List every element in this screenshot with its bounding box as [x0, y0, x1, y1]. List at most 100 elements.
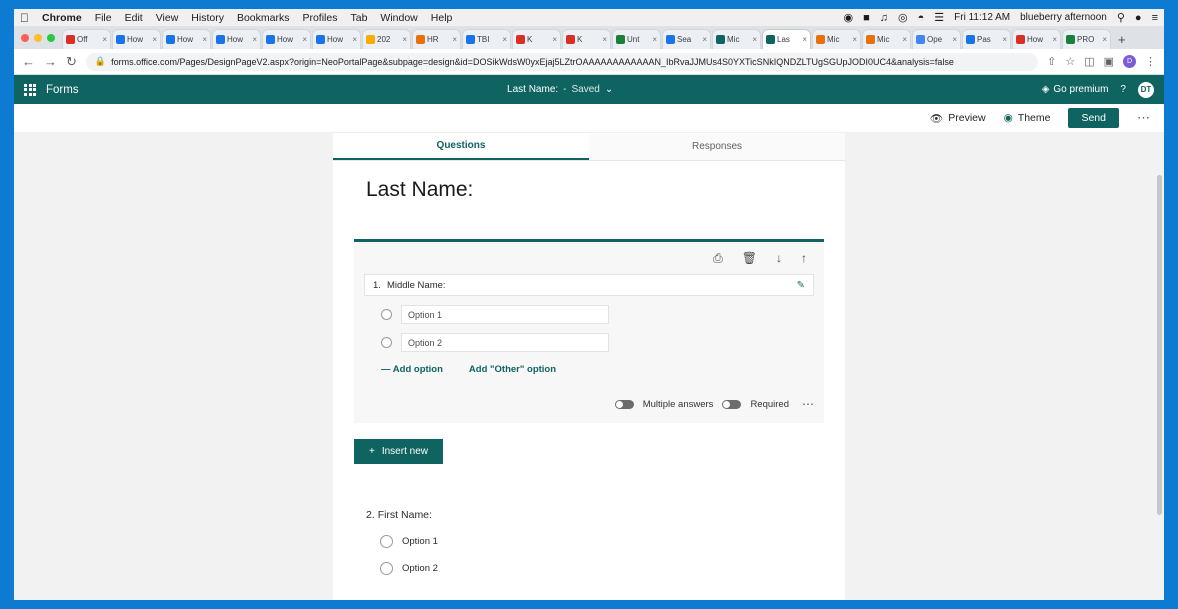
- close-tab-icon[interactable]: ×: [452, 35, 457, 44]
- forward-arrow-icon[interactable]: →: [44, 54, 57, 69]
- go-premium-button[interactable]: ◈ Go premium: [1042, 84, 1109, 95]
- preview-button[interactable]: 👁 Preview: [930, 112, 986, 125]
- question-1-option-2-input[interactable]: Option 2: [401, 333, 609, 352]
- add-option-button[interactable]: — Add option: [381, 364, 443, 375]
- browser-tab[interactable]: How×: [1012, 29, 1061, 49]
- menu-item-file[interactable]: File: [95, 12, 112, 24]
- reload-icon[interactable]: ↻: [66, 54, 77, 70]
- menu-icon[interactable]: ≡: [1152, 12, 1158, 24]
- window-controls[interactable]: [18, 27, 62, 49]
- battery-icon[interactable]: ■: [863, 12, 870, 24]
- edit-image-icon[interactable]: ✎: [797, 280, 805, 291]
- question-1-option-1[interactable]: Option 1: [381, 305, 814, 324]
- split-screen-icon[interactable]: ◫: [1084, 55, 1094, 68]
- tab-questions[interactable]: Questions: [333, 133, 589, 160]
- menu-app-name[interactable]: Chrome: [42, 12, 82, 24]
- question-1-title-row[interactable]: 1. Middle Name: ✎: [364, 274, 814, 296]
- menu-item-bookmarks[interactable]: Bookmarks: [237, 12, 290, 24]
- close-tab-icon[interactable]: ×: [1102, 35, 1107, 44]
- browser-tab[interactable]: PRO×: [1062, 29, 1111, 49]
- close-tab-icon[interactable]: ×: [802, 35, 807, 44]
- close-tab-icon[interactable]: ×: [652, 35, 657, 44]
- form-title[interactable]: Last Name:: [333, 161, 845, 202]
- extensions-icon[interactable]: ▣: [1104, 55, 1114, 68]
- radio-icon[interactable]: [380, 535, 393, 548]
- menu-item-window[interactable]: Window: [380, 12, 417, 24]
- chevron-down-icon[interactable]: ⌄: [605, 84, 613, 95]
- send-button[interactable]: Send: [1068, 108, 1119, 128]
- close-tab-icon[interactable]: ×: [852, 35, 857, 44]
- more-menu-icon[interactable]: ⋮: [1145, 55, 1156, 68]
- question-card-1[interactable]: ⎙ 🗑 ↓ ↑ 1. Middle Name: ✎ Option 1 Optio…: [354, 239, 824, 423]
- close-tab-icon[interactable]: ×: [202, 35, 207, 44]
- browser-tab[interactable]: How×: [212, 29, 261, 49]
- help-icon[interactable]: ?: [1120, 84, 1126, 95]
- browser-tab[interactable]: Unt×: [612, 29, 661, 49]
- back-arrow-icon[interactable]: ←: [22, 54, 35, 69]
- radio-icon[interactable]: [381, 309, 392, 320]
- question-card-2[interactable]: 2. First Name: Option 1 Option 2: [366, 509, 845, 575]
- delete-icon[interactable]: 🗑: [742, 251, 757, 266]
- siri-icon[interactable]: ●: [1135, 12, 1142, 24]
- new-tab-button[interactable]: +: [1112, 32, 1132, 49]
- volume-icon[interactable]: ♫: [880, 12, 888, 24]
- move-up-icon[interactable]: ↑: [801, 251, 807, 266]
- menu-item-view[interactable]: View: [156, 12, 179, 24]
- maximize-window-button[interactable]: [47, 34, 55, 42]
- menubar-user[interactable]: blueberry afternoon: [1020, 12, 1107, 23]
- close-tab-icon[interactable]: ×: [602, 35, 607, 44]
- tab-responses[interactable]: Responses: [589, 133, 845, 160]
- close-tab-icon[interactable]: ×: [502, 35, 507, 44]
- theme-button[interactable]: ◉ Theme: [1004, 112, 1051, 124]
- browser-tab[interactable]: How×: [162, 29, 211, 49]
- close-tab-icon[interactable]: ×: [952, 35, 957, 44]
- menu-item-edit[interactable]: Edit: [125, 12, 143, 24]
- bookmark-star-icon[interactable]: ☆: [1065, 55, 1075, 68]
- app-launcher-icon[interactable]: [24, 84, 36, 96]
- menu-item-tab[interactable]: Tab: [350, 12, 367, 24]
- browser-tab[interactable]: TBI×: [462, 29, 511, 49]
- close-tab-icon[interactable]: ×: [702, 35, 707, 44]
- close-tab-icon[interactable]: ×: [1052, 35, 1057, 44]
- close-tab-icon[interactable]: ×: [902, 35, 907, 44]
- browser-tab[interactable]: Off×: [62, 29, 111, 49]
- control-center-icon[interactable]: ☰: [934, 11, 944, 24]
- browser-tab[interactable]: HR×: [412, 29, 461, 49]
- menu-item-profiles[interactable]: Profiles: [302, 12, 337, 24]
- more-horizontal-icon[interactable]: ⋯: [1137, 110, 1150, 126]
- close-tab-icon[interactable]: ×: [1002, 35, 1007, 44]
- close-tab-icon[interactable]: ×: [352, 35, 357, 44]
- more-horizontal-icon[interactable]: ⋯: [802, 397, 814, 411]
- wifi-icon[interactable]: ◓: [918, 12, 925, 24]
- search-icon[interactable]: ⚲: [1117, 11, 1125, 24]
- browser-tab[interactable]: Sea×: [662, 29, 711, 49]
- eye-icon[interactable]: ◉: [844, 11, 854, 24]
- airdrop-icon[interactable]: ◎: [898, 11, 908, 24]
- close-tab-icon[interactable]: ×: [302, 35, 307, 44]
- browser-tab[interactable]: How×: [112, 29, 161, 49]
- menu-item-help[interactable]: Help: [431, 12, 453, 24]
- close-tab-icon[interactable]: ×: [152, 35, 157, 44]
- move-down-icon[interactable]: ↓: [776, 251, 782, 266]
- browser-tab[interactable]: Mic×: [812, 29, 861, 49]
- close-window-button[interactable]: [21, 34, 29, 42]
- browser-tab[interactable]: Ope×: [912, 29, 961, 49]
- required-toggle[interactable]: [722, 400, 741, 409]
- insert-new-button[interactable]: + Insert new: [354, 439, 443, 464]
- browser-tab[interactable]: Mic×: [712, 29, 761, 49]
- share-icon[interactable]: ⇧: [1047, 55, 1056, 68]
- browser-tab[interactable]: How×: [262, 29, 311, 49]
- profile-avatar[interactable]: D: [1123, 55, 1136, 68]
- browser-tab[interactable]: How×: [312, 29, 361, 49]
- apple-logo-icon[interactable]: : [20, 12, 29, 24]
- question-2-option-2[interactable]: Option 2: [380, 562, 845, 575]
- close-tab-icon[interactable]: ×: [552, 35, 557, 44]
- browser-tab[interactable]: 202×: [362, 29, 411, 49]
- menu-item-history[interactable]: History: [191, 12, 224, 24]
- question-1-option-1-input[interactable]: Option 1: [401, 305, 609, 324]
- avatar[interactable]: DT: [1138, 82, 1154, 98]
- radio-icon[interactable]: [380, 562, 393, 575]
- browser-tab[interactable]: K×: [512, 29, 561, 49]
- copy-icon[interactable]: ⎙: [713, 251, 723, 266]
- forms-brand-label[interactable]: Forms: [46, 84, 79, 96]
